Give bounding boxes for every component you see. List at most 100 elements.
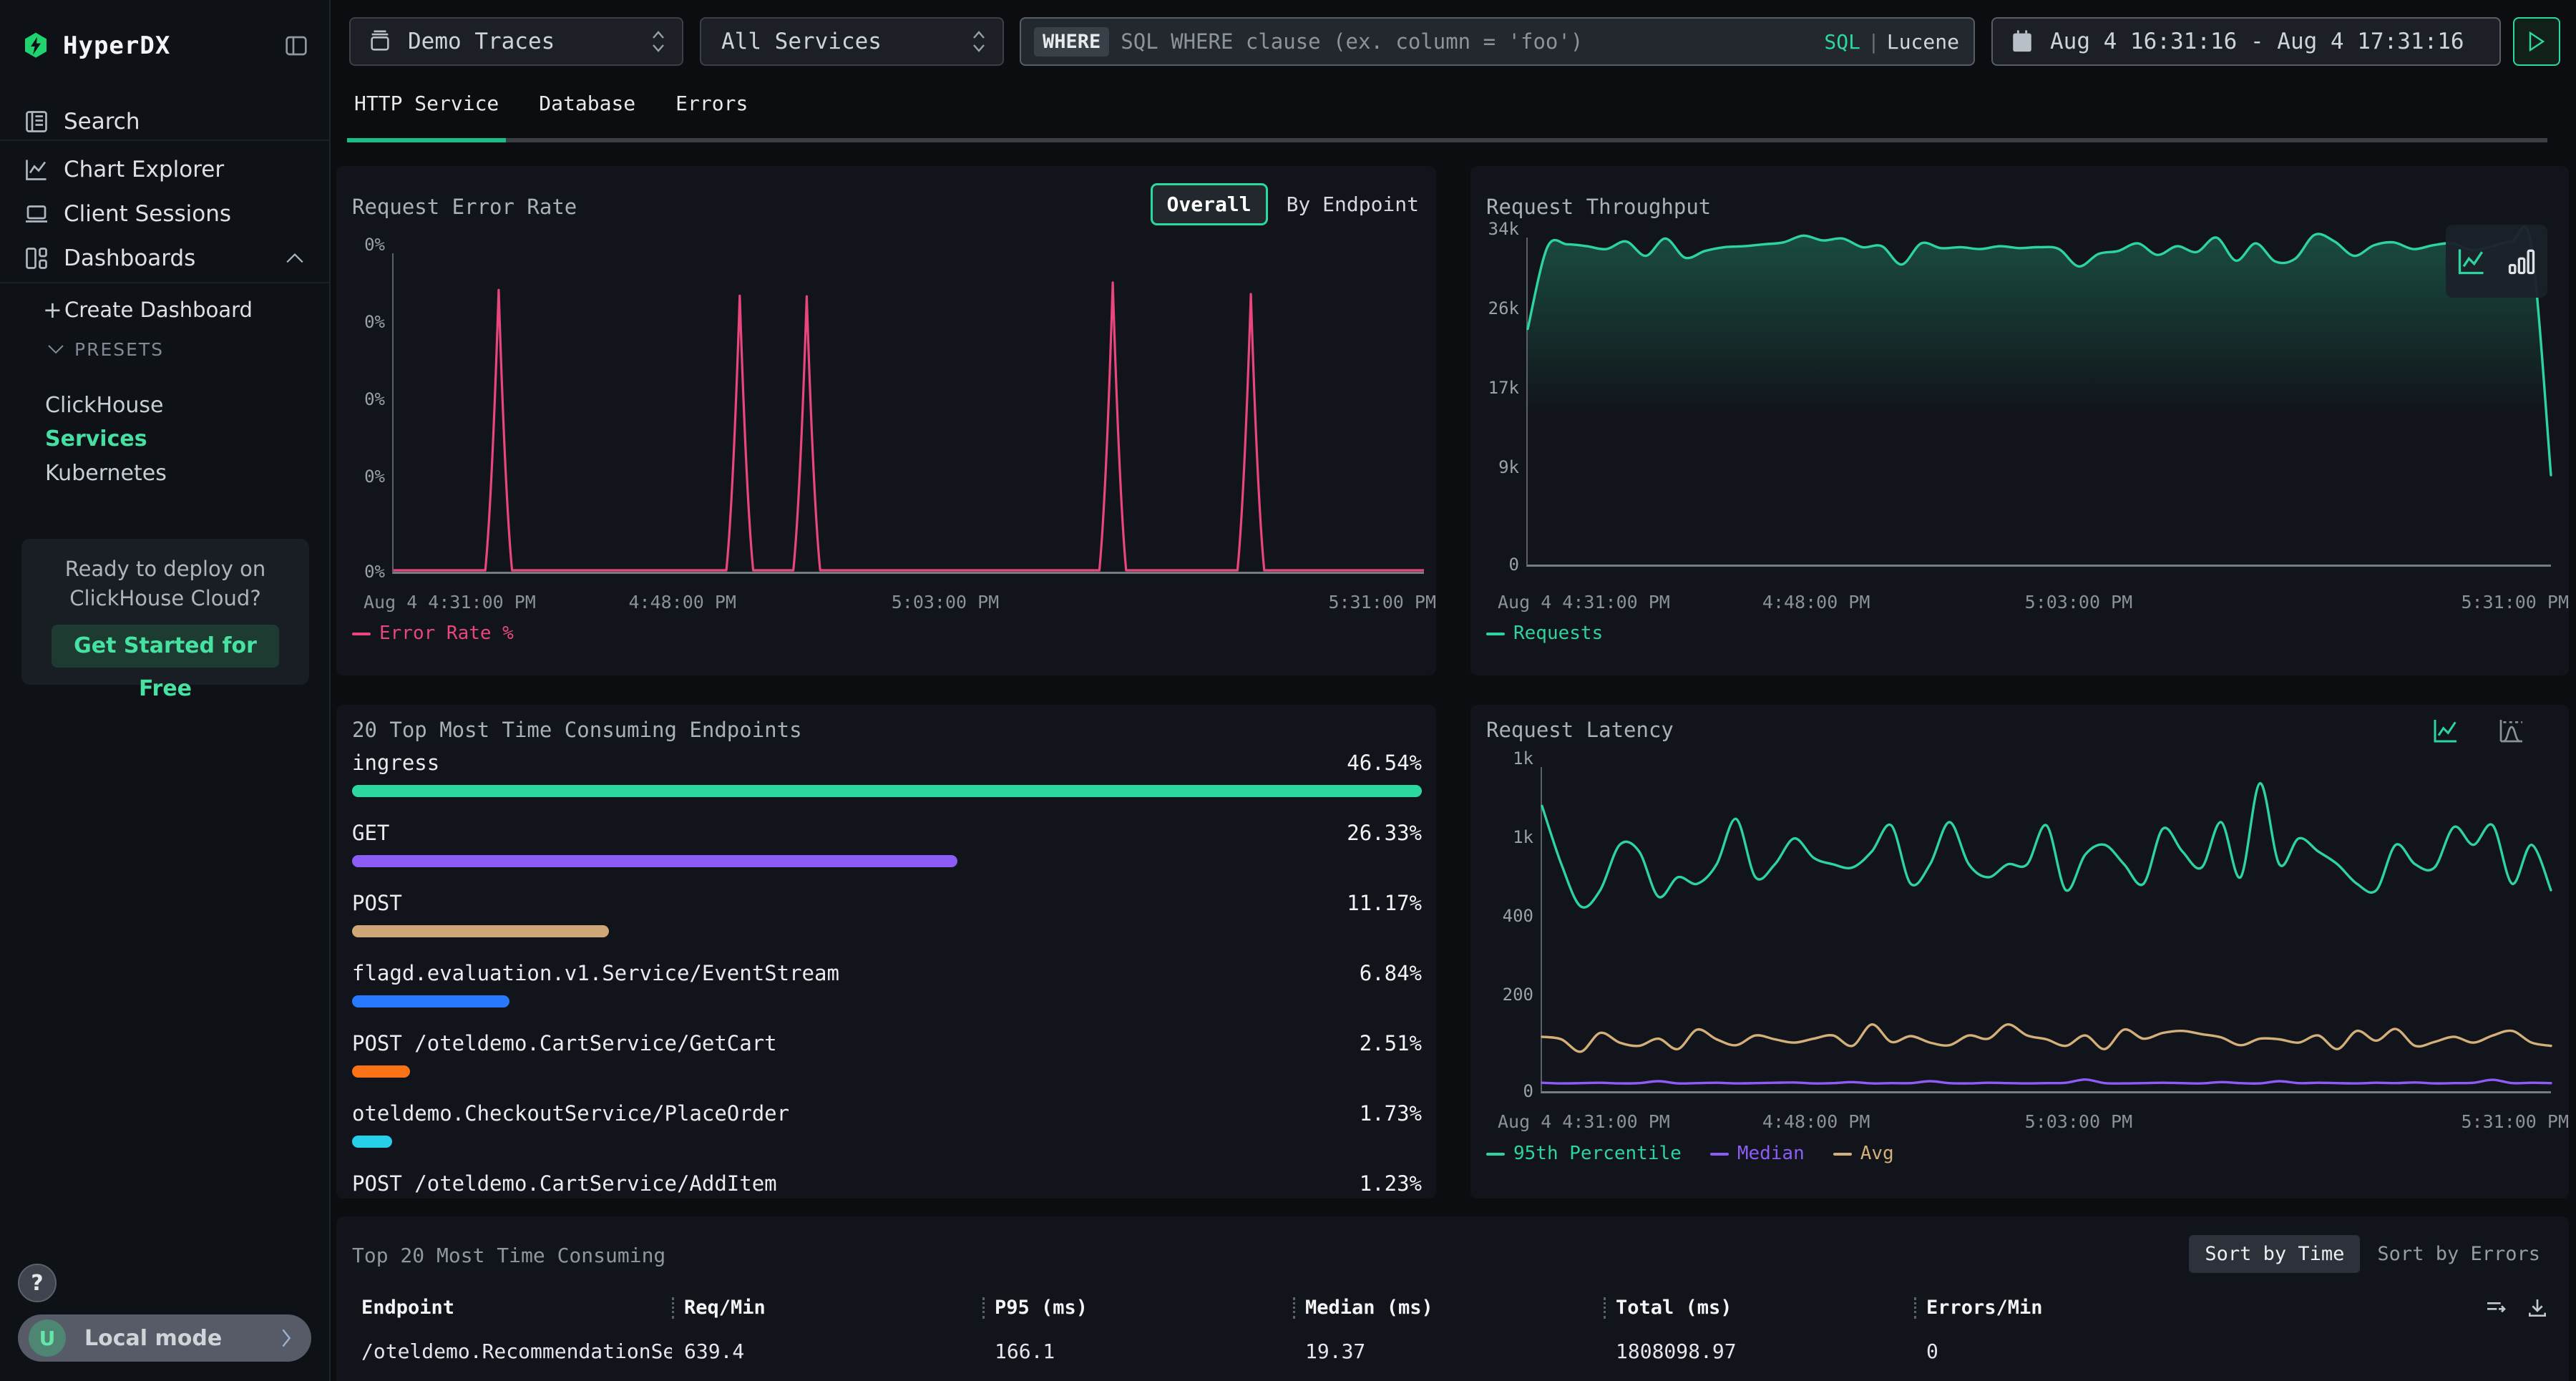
promo-line1: Ready to deploy on — [21, 555, 309, 584]
bar-chart-icon[interactable] — [2506, 245, 2537, 277]
x-tick-label: 5:03:00 PM — [2025, 592, 2133, 613]
legend-swatch — [1486, 633, 1505, 635]
sidebar-item-label: Search — [64, 109, 140, 135]
column-drag-handle[interactable] — [672, 1297, 674, 1319]
histogram-icon[interactable] — [2497, 716, 2526, 745]
help-button[interactable]: ? — [18, 1264, 57, 1302]
endpoint-bar — [352, 785, 1422, 797]
column-header-p95-ms[interactable]: P95 (ms) — [982, 1297, 1293, 1319]
sidebar-item-dashboards[interactable]: Dashboards — [0, 241, 329, 275]
table-cell: 19.37 — [1293, 1339, 1604, 1363]
x-tick-label: 5:03:00 PM — [892, 592, 1000, 613]
sidebar-item-kubernetes[interactable]: Kubernetes — [0, 457, 329, 489]
sidebar-item-client-sessions[interactable]: Client Sessions — [0, 197, 329, 231]
app-title: HyperDX — [63, 31, 170, 60]
column-header-req-min[interactable]: Req/Min — [672, 1297, 982, 1319]
laptop-icon — [24, 201, 49, 227]
line-chart-icon[interactable] — [2431, 716, 2460, 745]
y-tick-label: 0% — [364, 235, 385, 255]
endpoint-percent: 26.33% — [1347, 821, 1422, 845]
endpoint-bar — [352, 855, 957, 867]
endpoint-row[interactable]: POST /oteldemo.CartService/AddItem1.23% — [352, 1165, 1422, 1199]
create-dashboard-button[interactable]: + Create Dashboard — [0, 293, 329, 326]
panel-title: Top 20 Most Time Consuming — [352, 1244, 665, 1267]
where-search-input[interactable]: WHERE SQL WHERE clause (ex. column = 'fo… — [1020, 17, 1975, 66]
get-started-button[interactable]: Get Started for Free — [52, 625, 279, 668]
chart-type-toggle — [2431, 716, 2526, 745]
where-label: WHERE — [1034, 27, 1109, 57]
query-language-toggle[interactable]: SQL|Lucene — [1824, 30, 1959, 54]
column-header-endpoint[interactable]: Endpoint — [361, 1297, 672, 1319]
y-tick-label: 0 — [1509, 555, 1519, 575]
throughput-panel: Request Throughput 34k26k17k9k0 Aug 4 4:… — [1470, 166, 2569, 675]
x-axis-labels: Aug 4 4:31:00 PM4:48:00 PM5:03:00 PM5:31… — [1519, 592, 2569, 615]
sidebar-item-search[interactable]: Search — [0, 104, 329, 139]
endpoint-name: GET — [352, 821, 389, 845]
chart-legend: Requests — [1486, 623, 1603, 644]
line-chart-icon[interactable] — [2456, 245, 2487, 277]
column-header-errors-min[interactable]: Errors/Min — [1914, 1297, 2225, 1319]
tab-database[interactable]: Database — [539, 92, 635, 118]
column-drag-handle[interactable] — [982, 1297, 985, 1319]
column-settings-icon[interactable] — [2484, 1297, 2507, 1319]
legend-item: Avg — [1833, 1143, 1894, 1164]
y-axis-labels: 34k26k17k9k0 — [1478, 229, 1519, 567]
endpoint-bars: ingress46.54%GET26.33%POST11.17%flagd.ev… — [352, 744, 1422, 1199]
presets-label: PRESETS — [74, 339, 164, 360]
search-log-icon — [24, 109, 49, 135]
x-tick-label: 5:31:00 PM — [1328, 592, 1436, 613]
table-row[interactable]: /oteldemo.RecommendationServ639.4166.119… — [361, 1339, 2483, 1363]
download-icon[interactable] — [2526, 1297, 2549, 1319]
column-header-total-ms[interactable]: Total (ms) — [1604, 1297, 1914, 1319]
endpoint-row[interactable]: GET 26.33% — [352, 814, 1422, 884]
x-tick-label: 4:48:00 PM — [1762, 592, 1870, 613]
chart-type-toggle — [2446, 225, 2547, 298]
endpoint-row[interactable]: ingress46.54% — [352, 744, 1422, 814]
logo-row: HyperDX — [21, 30, 309, 62]
service-select[interactable]: All Services — [700, 17, 1004, 66]
legend-item: Requests — [1486, 623, 1603, 644]
lucene-toggle[interactable]: Lucene — [1887, 30, 1959, 54]
tab-http-service[interactable]: HTTP Service — [354, 92, 499, 118]
sidebar-item-clickhouse[interactable]: ClickHouse — [0, 389, 329, 421]
endpoint-row[interactable]: POST11.17% — [352, 884, 1422, 955]
promo-line2: ClickHouse Cloud? — [21, 584, 309, 613]
endpoint-name: POST /oteldemo.CartService/GetCart — [352, 1031, 777, 1055]
endpoint-bar — [352, 995, 509, 1007]
column-drag-handle[interactable] — [1604, 1297, 1606, 1319]
tab-errors[interactable]: Errors — [675, 92, 748, 118]
column-drag-handle[interactable] — [1293, 1297, 1295, 1319]
endpoint-row[interactable]: flagd.evaluation.v1.Service/EventStream6… — [352, 955, 1422, 1025]
endpoint-name: oteldemo.CheckoutService/PlaceOrder — [352, 1101, 789, 1126]
overall-button[interactable]: Overall — [1151, 183, 1268, 225]
select-chevrons-icon — [650, 29, 666, 54]
tabs: HTTP Service Database Errors — [354, 92, 748, 118]
y-tick-label: 0% — [364, 389, 385, 409]
endpoint-row[interactable]: POST /oteldemo.CartService/GetCart2.51% — [352, 1025, 1422, 1095]
source-select[interactable]: Demo Traces — [349, 17, 683, 66]
endpoint-name: flagd.evaluation.v1.Service/EventStream — [352, 961, 839, 985]
sidebar-divider — [0, 140, 329, 141]
sidebar-item-chart-explorer[interactable]: Chart Explorer — [0, 152, 329, 187]
time-range-picker[interactable]: Aug 4 16:31:16 - Aug 4 17:31:16 — [1991, 17, 2501, 66]
x-tick-label: 4:48:00 PM — [628, 592, 736, 613]
sort-by-time-button[interactable]: Sort by Time — [2189, 1235, 2360, 1273]
endpoint-percent: 1.23% — [1360, 1171, 1422, 1196]
column-header-median-ms[interactable]: Median (ms) — [1293, 1297, 1604, 1319]
sidebar-item-services[interactable]: Services — [0, 422, 329, 455]
sort-by-errors-button[interactable]: Sort by Errors — [2370, 1235, 2547, 1273]
presets-toggle[interactable]: PRESETS — [0, 333, 329, 366]
y-tick-label: 34k — [1488, 219, 1519, 239]
tab-underline-active — [347, 138, 506, 142]
y-tick-label: 200 — [1503, 985, 1533, 1005]
endpoint-row[interactable]: oteldemo.CheckoutService/PlaceOrder1.73% — [352, 1095, 1422, 1165]
sql-toggle[interactable]: SQL — [1824, 30, 1860, 54]
y-axis-labels: 0%0%0%0%0% — [343, 245, 385, 574]
x-axis-labels: Aug 4 4:31:00 PM4:48:00 PM5:03:00 PM5:31… — [1519, 1111, 2569, 1134]
local-mode-button[interactable]: U Local mode — [18, 1314, 311, 1362]
column-drag-handle[interactable] — [1914, 1297, 1916, 1319]
run-query-button[interactable] — [2513, 17, 2560, 66]
tab-underline-track — [347, 138, 2547, 142]
by-endpoint-button[interactable]: By Endpoint — [1287, 192, 1419, 216]
collapse-sidebar-icon[interactable] — [283, 34, 309, 57]
